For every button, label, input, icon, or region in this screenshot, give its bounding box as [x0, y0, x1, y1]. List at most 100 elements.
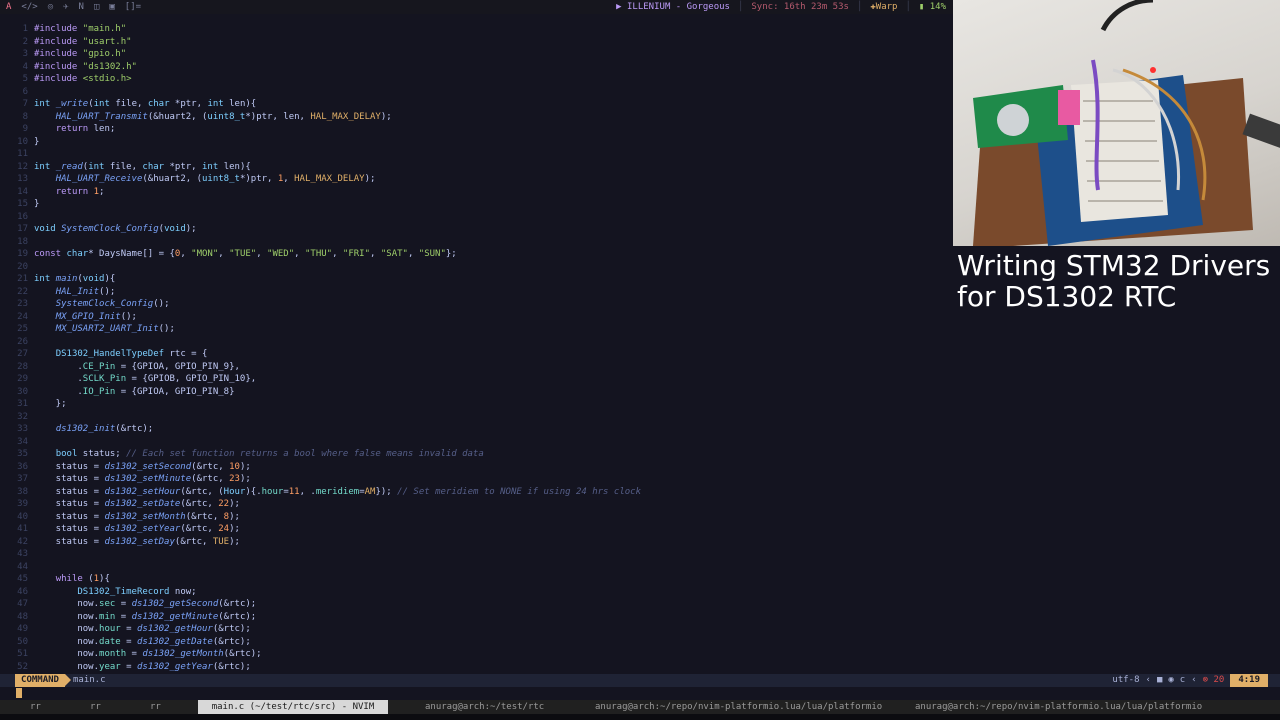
code-line[interactable]: 41 status = ds1302_setYear(&rtc, 24);: [0, 523, 952, 536]
code-line[interactable]: 16: [0, 211, 952, 224]
code-token: char: [142, 161, 170, 172]
code-line[interactable]: 21 int main(void){: [0, 273, 952, 286]
code-token: });: [375, 486, 398, 497]
code-line[interactable]: 47 now.sec = ds1302_getSecond(&rtc);: [0, 598, 952, 611]
code-line[interactable]: 8 HAL_UART_Transmit(&huart2, (uint8_t*)p…: [0, 111, 952, 124]
code-line[interactable]: 25 MX_USART2_UART_Init();: [0, 323, 952, 336]
task-item-terminal-3[interactable]: anurag@arch:~/repo/nvim-platformio.lua/l…: [915, 700, 1207, 714]
code-line[interactable]: 28 .CE_Pin = {GPIOA, GPIO_PIN_9},: [0, 361, 952, 374]
code-line[interactable]: 7 int _write(int file, char *ptr, int len…: [0, 98, 952, 111]
code-line[interactable]: 51 now.month = ds1302_getMonth(&rtc);: [0, 648, 952, 661]
code-line[interactable]: 42 status = ds1302_setDay(&rtc, TUE);: [0, 536, 952, 549]
code-line[interactable]: 23 SystemClock_Config();: [0, 298, 952, 311]
warp-status[interactable]: ✚Warp: [870, 0, 897, 14]
task-item-terminal-2[interactable]: anurag@arch:~/repo/nvim-platformio.lua/l…: [595, 700, 887, 714]
workspace-8[interactable]: []=: [125, 0, 141, 14]
line-number: 12: [17, 161, 28, 172]
code-token: ds1302_getYear: [136, 661, 213, 672]
code-token: status;: [82, 449, 127, 459]
code-token: char: [147, 99, 175, 109]
code-line[interactable]: 32: [0, 411, 952, 424]
task-item-terminal-1[interactable]: anurag@arch:~/test/rtc: [425, 700, 575, 714]
line-code: now.sec = ds1302_getSecond(&rtc);: [34, 598, 256, 611]
code-line[interactable]: 20: [0, 261, 952, 274]
code-line[interactable]: 26: [0, 336, 952, 349]
line-number: 37: [17, 474, 28, 484]
code-line[interactable]: 40 status = ds1302_setMonth(&rtc, 8);: [0, 511, 952, 524]
code-line[interactable]: 15}: [0, 198, 952, 211]
code-line[interactable]: 52 now.year = ds1302_getYear(&rtc);: [0, 661, 952, 674]
code-line[interactable]: 34: [0, 436, 952, 449]
code-token: ,: [180, 249, 192, 259]
line-code: bool status; // Each set function return…: [34, 448, 484, 461]
code-line[interactable]: 31 };: [0, 398, 952, 411]
diagnostics-count[interactable]: ⊗ 20: [1203, 674, 1225, 687]
workspace-5[interactable]: N: [79, 0, 84, 14]
code-line[interactable]: 13 HAL_UART_Receive(&huart2, (uint8_t*)p…: [0, 173, 952, 186]
code-token: hour: [261, 486, 284, 497]
line-code: #include <stdio.h>: [34, 73, 132, 86]
code-line[interactable]: 36 status = ds1302_setSecond(&rtc, 10);: [0, 461, 952, 474]
workspace-6[interactable]: ◫: [94, 0, 99, 14]
code-line[interactable]: 33 ds1302_init(&rtc);: [0, 423, 952, 436]
code-line[interactable]: 29 .SCLK_Pin = {GPIOB, GPIO_PIN_10},: [0, 373, 952, 386]
code-line[interactable]: 6: [0, 86, 952, 99]
workspace-4[interactable]: ✈: [63, 0, 68, 14]
code-line[interactable]: 18: [0, 236, 952, 249]
code-line[interactable]: 5 #include <stdio.h>: [0, 73, 952, 86]
video-title-line-1: Writing STM32 Drivers: [957, 249, 1271, 282]
code-token: (&rtc);: [218, 599, 257, 609]
code-line[interactable]: 44: [0, 561, 952, 574]
code-line[interactable]: 17 void SystemClock_Config(void);: [0, 223, 952, 236]
file-encoding: utf-8: [1112, 675, 1140, 685]
code-line[interactable]: 14 return 1;: [0, 186, 952, 199]
code-line[interactable]: 24 MX_GPIO_Init();: [0, 311, 952, 324]
code-line[interactable]: 12 int _read(int file, char *ptr, int len…: [0, 161, 952, 174]
code-line[interactable]: 19 const char* DaysName[] = {0, "MON", "T…: [0, 248, 952, 261]
code-line[interactable]: 50 now.date = ds1302_getDate(&rtc);: [0, 636, 952, 649]
code-line[interactable]: 3 #include "gpio.h": [0, 48, 952, 61]
code-line[interactable]: 1 #include "main.h": [0, 23, 952, 36]
code-token: // Set meridiem to NONE if using 24 hrs …: [397, 486, 641, 497]
workspace-7[interactable]: ▣: [109, 0, 114, 14]
code-line[interactable]: 35 bool status; // Each set function ret…: [0, 448, 952, 461]
code-line[interactable]: 9 return len;: [0, 123, 952, 136]
task-item-1[interactable]: rr: [30, 700, 70, 714]
line-code: while (1){: [34, 573, 110, 586]
code-line[interactable]: 22 HAL_Init();: [0, 286, 952, 299]
code-token: HAL_Init: [55, 286, 100, 297]
code-editor[interactable]: 1 #include "main.h" 2 #include "usart.h" 3 #i…: [0, 14, 952, 674]
code-line[interactable]: 27 DS1302_HandelTypeDef rtc = {: [0, 348, 952, 361]
code-line[interactable]: 45 while (1){: [0, 573, 952, 586]
line-number: 11: [17, 149, 28, 159]
code-line[interactable]: 4 #include "ds1302.h": [0, 61, 952, 74]
task-item-nvim[interactable]: main.c (~/test/rtc/src) - NVIM: [198, 700, 388, 714]
code-line[interactable]: 38 status = ds1302_setHour(&rtc, (Hour){…: [0, 486, 952, 499]
code-token: DS1302_HandelTypeDef: [55, 349, 170, 359]
code-line[interactable]: 49 now.hour = ds1302_getHour(&rtc);: [0, 623, 952, 636]
task-item-2[interactable]: rr: [90, 700, 130, 714]
code-token: MX_GPIO_Init: [55, 311, 121, 322]
code-token: ds1302_setDay: [104, 536, 175, 547]
workspace-1[interactable]: A: [6, 0, 11, 14]
code-line[interactable]: 10}: [0, 136, 952, 149]
code-line[interactable]: 2 #include "usart.h": [0, 36, 952, 49]
code-line[interactable]: 46 DS1302_TimeRecord now;: [0, 586, 952, 599]
code-line[interactable]: 11: [0, 148, 952, 161]
code-token: (&rtc, (: [180, 486, 224, 497]
code-line[interactable]: 37 status = ds1302_setMinute(&rtc, 23);: [0, 473, 952, 486]
line-number: 49: [17, 624, 28, 634]
line-code: status = ds1302_setMinute(&rtc, 23);: [34, 473, 251, 486]
workspace-3[interactable]: ◎: [48, 0, 53, 14]
code-line[interactable]: 48 now.min = ds1302_getMinute(&rtc);: [0, 611, 952, 624]
task-item-3[interactable]: rr: [150, 700, 190, 714]
code-line[interactable]: 39 status = ds1302_setDate(&rtc, 22);: [0, 498, 952, 511]
workspace-2[interactable]: </>: [21, 0, 37, 14]
code-token: = {GPIOA, GPIO_PIN_9},: [115, 361, 240, 372]
command-line[interactable]: [0, 687, 1280, 700]
code-line[interactable]: 30 .IO_Pin = {GPIOA, GPIO_PIN_8}: [0, 386, 952, 399]
code-line[interactable]: 43: [0, 548, 952, 561]
now-playing[interactable]: ▶ ILLENIUM - Gorgeous: [616, 0, 730, 14]
